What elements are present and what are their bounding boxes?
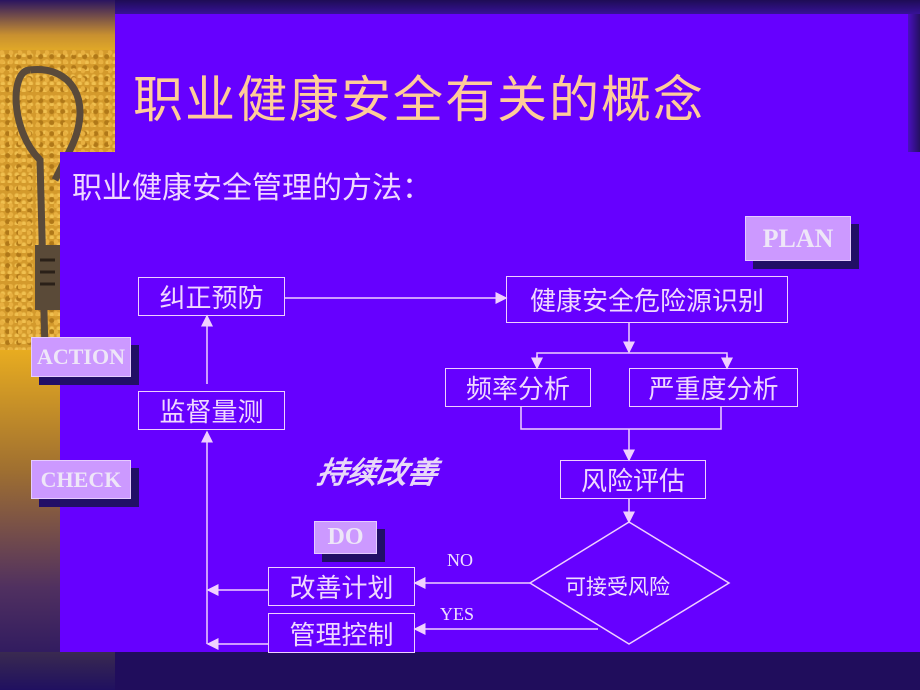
tag-check: CHECK — [31, 460, 131, 499]
box-improvement-plan: 改善计划 — [268, 567, 415, 606]
arrow-split-left — [536, 352, 728, 366]
box-frequency-analysis: 频率分析 — [445, 368, 591, 407]
label-yes: YES — [440, 604, 475, 624]
box-management-control: 管理控制 — [268, 613, 415, 653]
box-risk-assessment: 风险评估 — [560, 460, 706, 499]
flow-connectors — [201, 292, 733, 650]
label-no: NO — [447, 550, 473, 570]
box-severity-analysis: 严重度分析 — [629, 368, 798, 407]
tag-action: ACTION — [31, 337, 131, 377]
tag-do: DO — [314, 521, 377, 554]
box-hazard-identification: 健康安全危险源识别 — [506, 276, 788, 323]
merge-line — [520, 406, 722, 430]
tag-plan: PLAN — [745, 216, 851, 261]
decision-acceptable-risk: 可接受风险 — [565, 575, 670, 599]
box-monitoring: 监督量测 — [138, 391, 285, 430]
box-corrective: 纠正预防 — [138, 277, 285, 316]
continuous-improvement-label: 持续改善 — [314, 456, 441, 491]
